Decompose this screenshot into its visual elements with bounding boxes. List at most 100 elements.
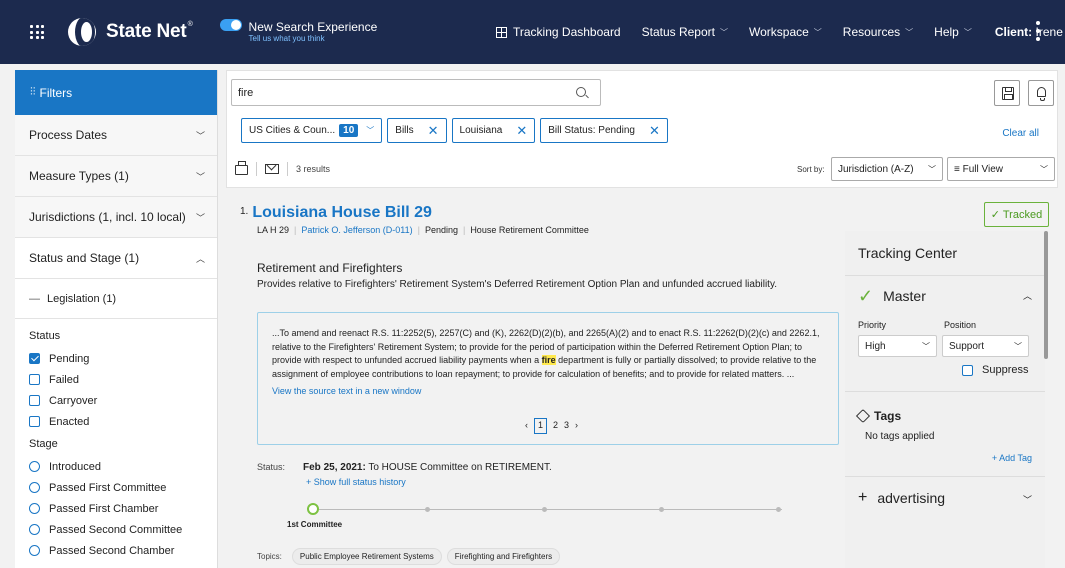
divider [256, 162, 257, 176]
main-nav: Tracking Dashboard Status Report ﹀ Worksp… [496, 0, 1065, 64]
chip-bill-status[interactable]: Bill Status: Pending ✕ [540, 118, 668, 143]
priority-select[interactable]: High ﹀ [858, 335, 937, 357]
filter-measure-types[interactable]: Measure Types (1) ﹀ [15, 156, 217, 197]
status-label: Status: [257, 462, 286, 472]
sponsor-link[interactable]: Patrick O. Jefferson (D-011) [301, 225, 412, 235]
tag-icon [855, 408, 871, 424]
search-icon[interactable] [576, 87, 586, 97]
source-text-link[interactable]: View the source text in a new window [272, 385, 824, 399]
chevron-down-icon: ﹀ [195, 212, 205, 223]
chevron-down-icon[interactable]: ﹀ [1023, 493, 1032, 506]
radio-icon[interactable] [29, 524, 40, 535]
close-icon[interactable]: ✕ [649, 123, 660, 139]
chevron-down-icon: ﹀ [963, 27, 972, 37]
mail-icon[interactable] [265, 164, 279, 174]
kebab-icon[interactable] [1036, 21, 1040, 41]
chevron-down-icon: ﹀ [922, 341, 930, 351]
tags-title: Tags [855, 408, 901, 424]
bill-description: Provides relative to Firefighters' Retir… [257, 279, 777, 290]
filters-header[interactable]: ⫶⫶ Filters [15, 70, 217, 115]
chevron-down-icon[interactable]: ﹀ [366, 125, 374, 136]
chip-louisiana[interactable]: Louisiana ✕ [451, 118, 536, 143]
priority-label: Priority [858, 320, 887, 330]
chevron-down-icon: ﹀ [195, 171, 205, 182]
filter-status-stage[interactable]: Status and Stage (1) ︿ [15, 238, 217, 279]
filter-jurisdictions[interactable]: Jurisdictions (1, incl. 10 local) ﹀ [15, 197, 217, 238]
clear-all-link[interactable]: Clear all [1002, 128, 1039, 139]
apps-grid-icon[interactable] [30, 25, 44, 39]
nav-status-report[interactable]: Status Report ﹀ [642, 25, 728, 39]
topic-pill[interactable]: Firefighting and Firefighters [446, 548, 561, 565]
radio-icon[interactable] [29, 545, 40, 556]
alert-button[interactable] [1028, 80, 1054, 106]
search-query[interactable]: fire [238, 87, 600, 99]
tracking-center-title: Tracking Center [845, 231, 1045, 276]
close-icon[interactable]: ✕ [516, 123, 527, 139]
chip-bills[interactable]: Bills ✕ [387, 118, 447, 143]
filter-process-dates[interactable]: Process Dates ﹀ [15, 115, 217, 156]
new-search-toggle[interactable] [219, 19, 242, 31]
view-select[interactable]: ≡ Full View ﹀ [947, 157, 1055, 181]
topic-pill[interactable]: Public Employee Retirement Systems [291, 548, 442, 565]
suppress-option[interactable]: Suppress [962, 364, 1028, 376]
radio-icon[interactable] [29, 503, 40, 514]
chevron-down-icon: ﹀ [719, 27, 728, 37]
radio-icon[interactable] [29, 482, 40, 493]
page-3[interactable]: 3 [564, 419, 569, 433]
next-icon[interactable]: › [575, 419, 578, 433]
save-search-button[interactable] [994, 80, 1020, 106]
bill-title-link[interactable]: Louisiana House Bill 29 [252, 204, 432, 221]
checkbox-icon[interactable] [29, 395, 40, 406]
prev-icon[interactable]: ‹ [525, 419, 528, 433]
list-icon: ≡ [954, 163, 960, 175]
page-2[interactable]: 2 [553, 419, 558, 433]
status-option-pending[interactable]: Pending [29, 348, 203, 369]
print-icon[interactable] [235, 161, 248, 175]
checkbox-checked-icon[interactable] [29, 353, 40, 364]
result-title[interactable]: 1. Louisiana House Bill 29 [240, 204, 432, 222]
stage-option-passed-first-committee[interactable]: Passed First Committee [29, 477, 203, 498]
feedback-link[interactable]: Tell us what you think [249, 34, 378, 43]
statenet-logo[interactable]: State Net® [68, 18, 193, 46]
stage-option-passed-first-chamber[interactable]: Passed First Chamber [29, 498, 203, 519]
new-search-title: New Search Experience [248, 19, 378, 34]
status-option-carryover[interactable]: Carryover [29, 390, 203, 411]
timeline-current-stage [307, 503, 319, 515]
bill-committee: House Retirement Committee [470, 225, 589, 235]
text-excerpt: ...To amend and reenact R.S. 11:2252(5),… [257, 312, 839, 445]
status-timeline [307, 503, 782, 515]
radio-icon[interactable] [29, 461, 40, 472]
filter-icon: ⫶⫶ [30, 86, 36, 98]
status-option-failed[interactable]: Failed [29, 369, 203, 390]
stage-option-passed-second-committee[interactable]: Passed Second Committee [29, 519, 203, 540]
stage-option-introduced[interactable]: Introduced [29, 456, 203, 477]
page-1[interactable]: 1 [534, 418, 548, 434]
client-selector[interactable]: Client: Irene [995, 25, 1063, 39]
nav-help[interactable]: Help ﹀ [934, 25, 972, 39]
close-icon[interactable]: ✕ [428, 123, 439, 139]
checkbox-icon[interactable] [962, 364, 973, 376]
chip-cities-counties[interactable]: US Cities & Coun... 10 ﹀ [241, 118, 383, 143]
advertising-list[interactable]: + advertising [858, 489, 945, 507]
status-history-link[interactable]: + Show full status history [306, 477, 406, 487]
chevron-down-icon: ﹀ [905, 27, 914, 37]
add-tag-link[interactable]: + Add Tag [992, 453, 1032, 463]
status-option-enacted[interactable]: Enacted [29, 411, 203, 432]
tracked-button[interactable]: ✓ Tracked [984, 202, 1049, 227]
status-label: Status [29, 330, 61, 342]
chevron-up-icon[interactable]: ︿ [1023, 289, 1032, 302]
sort-select[interactable]: Jurisdiction (A-Z) ﹀ [831, 157, 943, 181]
topics-row: Topics: Public Employee Retirement Syste… [257, 548, 565, 565]
checkbox-icon[interactable] [29, 374, 40, 385]
stage-option-passed-second-chamber[interactable]: Passed Second Chamber [29, 540, 203, 561]
position-select[interactable]: Support ﹀ [942, 335, 1029, 357]
checkbox-icon[interactable] [29, 416, 40, 427]
master-list[interactable]: ✓ Master ︿ [845, 276, 1045, 316]
chip-count-badge: 10 [339, 124, 359, 137]
legislation-toggle[interactable]: — Legislation (1) [15, 279, 217, 319]
nav-resources[interactable]: Resources ﹀ [843, 25, 913, 39]
search-input[interactable]: fire [231, 79, 601, 106]
nav-tracking-dashboard[interactable]: Tracking Dashboard [496, 25, 621, 39]
divider [287, 162, 288, 176]
nav-workspace[interactable]: Workspace ﹀ [749, 25, 822, 39]
